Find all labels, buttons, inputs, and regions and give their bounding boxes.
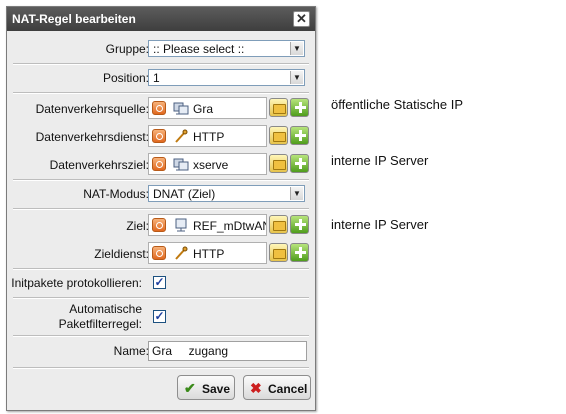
datenverkehrsziel-label: Datenverkehrsziel: xyxy=(49,158,149,172)
network-host-icon xyxy=(173,102,189,115)
zieldienst-value: HTTP xyxy=(193,247,225,261)
datenverkehrsquelle-value: Gra xyxy=(193,102,214,116)
save-button-label: Save xyxy=(202,382,231,396)
nat-modus-label: NAT-Modus: xyxy=(83,187,149,201)
network-host-icon xyxy=(173,158,189,171)
position-select[interactable]: 1 ▼ xyxy=(148,69,305,86)
initpakete-checkbox[interactable]: ✓ xyxy=(153,276,166,289)
folder-icon[interactable] xyxy=(269,126,288,145)
datenverkehrsquelle-label: Datenverkehrsquelle: xyxy=(35,102,149,116)
add-icon[interactable] xyxy=(290,98,309,117)
position-value: 1 xyxy=(153,71,160,85)
divider xyxy=(13,179,309,181)
folder-icon[interactable] xyxy=(269,154,288,173)
cancel-button-label: Cancel xyxy=(268,382,308,396)
name-label: Name: xyxy=(113,344,149,358)
divider xyxy=(13,297,309,299)
checkmark-icon: ✔ xyxy=(184,380,196,396)
zieldienst-object[interactable]: HTTP xyxy=(148,242,267,264)
chevron-down-icon[interactable]: ▼ xyxy=(290,42,303,55)
cancel-button[interactable]: ✖ Cancel xyxy=(243,375,311,400)
nat-modus-select[interactable]: DNAT (Ziel) ▼ xyxy=(148,185,305,202)
remove-object-icon[interactable] xyxy=(152,218,166,232)
datenverkehrsziel-object[interactable]: xserve xyxy=(148,153,267,175)
chevron-down-icon[interactable]: ▼ xyxy=(290,71,303,84)
service-icon xyxy=(175,246,188,260)
folder-icon[interactable] xyxy=(269,215,288,234)
auto-filter-checkbox[interactable]: ✓ xyxy=(153,310,166,323)
add-icon[interactable] xyxy=(290,215,309,234)
divider xyxy=(13,268,309,270)
datenverkehrsdienst-value: HTTP xyxy=(193,130,225,144)
gruppe-value: :: Please select :: xyxy=(153,42,245,56)
remove-object-icon[interactable] xyxy=(152,101,166,115)
divider xyxy=(13,208,309,210)
remove-object-icon[interactable] xyxy=(152,129,166,143)
ziel2-annotation: interne IP Server xyxy=(331,217,429,232)
add-icon[interactable] xyxy=(290,154,309,173)
name-input[interactable] xyxy=(152,343,302,359)
divider xyxy=(13,335,309,337)
folder-icon[interactable] xyxy=(269,98,288,117)
datenverkehrsdienst-label: Datenverkehrsdienst: xyxy=(35,130,149,144)
auto-filter-label-line1: Automatische xyxy=(69,302,142,316)
quelle-annotation: öffentliche Statische IP xyxy=(331,97,464,112)
position-label: Position: xyxy=(102,71,149,85)
name-field[interactable] xyxy=(148,341,307,361)
nat-rule-dialog: NAT-Regel bearbeiten ✕ Gruppe: :: Please… xyxy=(6,6,316,411)
remove-object-icon[interactable] xyxy=(152,246,166,260)
datenverkehrsdienst-object[interactable]: HTTP xyxy=(148,125,267,147)
dialog-titlebar[interactable]: NAT-Regel bearbeiten ✕ xyxy=(7,7,315,31)
add-icon[interactable] xyxy=(290,126,309,145)
datenverkehrsziel-value: xserve xyxy=(193,158,229,172)
dialog-title: NAT-Regel bearbeiten xyxy=(12,12,136,26)
divider xyxy=(13,92,309,94)
datenverkehrsquelle-object[interactable]: Gra xyxy=(148,97,267,119)
auto-filter-label-line2: Paketfilterregel: xyxy=(58,317,142,331)
remove-object-icon[interactable] xyxy=(152,157,166,171)
close-icon[interactable]: ✕ xyxy=(293,11,310,27)
folder-icon[interactable] xyxy=(269,243,288,262)
divider xyxy=(13,367,309,369)
host-icon xyxy=(175,218,187,232)
divider xyxy=(13,63,309,65)
nat-modus-value: DNAT (Ziel) xyxy=(153,187,216,201)
add-icon[interactable] xyxy=(290,243,309,262)
save-button[interactable]: ✔ Save xyxy=(177,375,235,400)
service-icon xyxy=(175,129,188,143)
cancel-x-icon: ✖ xyxy=(250,380,262,396)
ziel-annotation: interne IP Server xyxy=(331,153,429,168)
ziel-object[interactable]: REF_mDtwAN xyxy=(148,214,267,236)
gruppe-label: Gruppe: xyxy=(105,42,149,56)
ziel-label: Ziel: xyxy=(126,219,149,233)
ziel-value: REF_mDtwAN xyxy=(193,219,267,233)
zieldienst-label: Zieldienst: xyxy=(94,247,149,261)
gruppe-select[interactable]: :: Please select :: ▼ xyxy=(148,40,305,57)
chevron-down-icon[interactable]: ▼ xyxy=(290,187,303,200)
initpakete-label: Initpakete protokollieren: xyxy=(11,276,142,290)
